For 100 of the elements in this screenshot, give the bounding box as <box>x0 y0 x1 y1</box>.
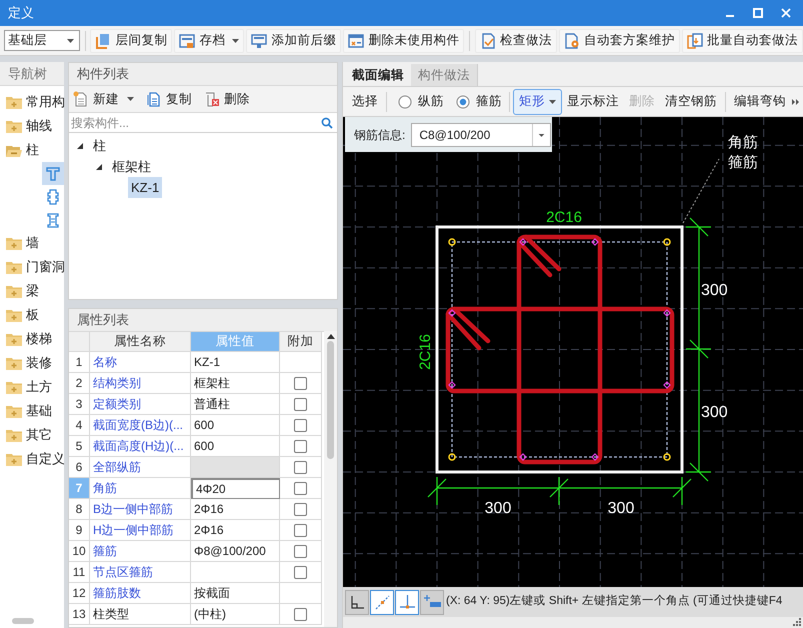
property-value[interactable]: 2Φ16 <box>191 520 280 541</box>
checkbox[interactable] <box>294 376 307 390</box>
row-number: 13 <box>69 604 90 625</box>
row-number: 6 <box>69 457 90 478</box>
nav-item[interactable]: 板 <box>0 303 64 327</box>
toolbar-button[interactable]: 添加前后缀 <box>246 28 342 52</box>
nav-item[interactable]: 装修 <box>0 351 64 375</box>
leader-line <box>682 158 720 224</box>
checkbox[interactable] <box>294 398 307 410</box>
side-rebar <box>448 309 456 317</box>
folder-icon <box>6 404 22 418</box>
nav-item[interactable]: 轴线 <box>0 114 64 138</box>
nav-item[interactable]: 门窗洞 <box>0 255 64 279</box>
row-number: 3 <box>69 394 90 415</box>
scrollbar[interactable] <box>324 331 337 627</box>
rebar-info-select[interactable]: C8@100/200 <box>411 122 552 146</box>
property-value[interactable]: 框架柱 <box>191 373 280 394</box>
checkbox[interactable] <box>294 566 307 578</box>
checkbox[interactable] <box>294 524 307 536</box>
property-value[interactable]: (中柱) <box>191 604 280 625</box>
column-header[interactable]: 属性名称 <box>90 332 191 352</box>
property-value[interactable]: 4Φ20 <box>191 478 280 499</box>
close-icon[interactable] <box>781 8 791 18</box>
property-value[interactable]: KZ-1 <box>191 352 280 373</box>
folder-icon <box>6 308 22 322</box>
cross-column-icon <box>45 188 61 204</box>
property-value[interactable]: 按截面 <box>191 583 280 604</box>
toolbar-button[interactable]: 编辑弯钩 <box>729 90 791 114</box>
toolbar-button[interactable]: 存档 <box>174 28 244 52</box>
checkbox[interactable] <box>294 608 307 620</box>
nav-subitem[interactable] <box>42 162 64 185</box>
caret-icon <box>127 97 134 101</box>
nav-item[interactable]: 其它 <box>0 423 64 447</box>
toolbar-button[interactable]: 复制 <box>146 88 192 110</box>
column-header[interactable]: 附加 <box>280 332 322 352</box>
property-value[interactable]: 600 <box>191 415 280 436</box>
snap-toggle[interactable] <box>420 590 444 614</box>
folder-icon <box>6 96 22 108</box>
row-number: 8 <box>69 499 90 520</box>
side-rebar <box>519 453 527 461</box>
tree-item[interactable]: 框架柱 <box>109 156 154 177</box>
toolbar-button[interactable]: 新建 <box>73 88 134 110</box>
maximize-icon[interactable] <box>753 8 763 18</box>
scrollbar-thumb[interactable] <box>327 341 334 459</box>
scrollbar-thumb[interactable] <box>12 618 34 624</box>
side-rebar <box>663 309 671 317</box>
property-value[interactable]: 600 <box>191 436 280 457</box>
caret-icon <box>232 38 240 42</box>
toolbar-button[interactable]: 层间复制 <box>90 28 172 52</box>
tree-item[interactable]: 柱 <box>90 135 109 156</box>
scroll-up-icon[interactable] <box>326 333 334 339</box>
property-value[interactable]: 2Φ16 <box>191 499 280 520</box>
tree-item[interactable]: KZ-1 <box>128 177 162 198</box>
search-icon[interactable] <box>321 116 333 128</box>
toolbar-button[interactable]: 删除 <box>204 88 250 110</box>
toolbar-button[interactable]: 删除未使用构件 <box>343 28 464 52</box>
dimension-label: 300 <box>608 500 634 517</box>
nav-item[interactable]: 土方 <box>0 375 64 399</box>
nav-item[interactable]: 基础 <box>0 399 64 423</box>
side-rebar <box>519 238 527 246</box>
toolbar-button[interactable]: 自动套方案维护 <box>559 28 680 52</box>
canvas[interactable]: 角筋 箍筋 2C16 2C16 300 300 300 300 钢筋信息: C8@100/200 <box>343 117 803 587</box>
perpendicular-snap-icon <box>398 593 416 611</box>
snap-toggle[interactable] <box>395 590 419 614</box>
dimension-label: 300 <box>701 404 728 421</box>
resize-grip-icon[interactable] <box>793 618 801 626</box>
row-number: 2 <box>69 373 90 394</box>
shape-dropdown[interactable]: 矩形 <box>513 88 562 114</box>
checkbox[interactable] <box>294 418 307 432</box>
checkbox[interactable] <box>294 440 307 452</box>
radio-button[interactable]: 箍筋 <box>452 90 506 114</box>
folder-icon <box>6 332 22 346</box>
row-number: 5 <box>69 436 90 457</box>
radio-button[interactable]: 纵筋 <box>394 90 448 114</box>
nav-item[interactable]: 柱 <box>0 138 64 162</box>
window-title: 定义 <box>8 4 34 22</box>
search-field[interactable]: 搜索构件... <box>69 113 321 132</box>
nav-item[interactable]: 墙 <box>0 231 64 255</box>
corner-rebar <box>663 453 671 461</box>
checkbox[interactable] <box>294 502 307 516</box>
diagonal-snap-icon <box>373 593 391 611</box>
nav-item[interactable]: 楼梯 <box>0 327 64 351</box>
toolbar-button[interactable]: 检查做法 <box>475 28 558 52</box>
nav-item[interactable]: 梁 <box>0 279 64 303</box>
nav-item[interactable]: 常用构 <box>0 90 64 114</box>
legend-label: 箍筋 <box>728 154 758 171</box>
snap-toggle[interactable] <box>370 590 394 614</box>
snap-toggle[interactable] <box>345 590 369 614</box>
toolbar-button[interactable]: 清空钢筋 <box>660 90 722 114</box>
property-value[interactable]: 普通柱 <box>191 394 280 415</box>
toolbar-button[interactable]: 批量自动套做法 <box>682 28 803 52</box>
rebar-label: 2C16 <box>546 209 582 226</box>
property-value[interactable]: Φ8@100/200 <box>191 541 280 562</box>
legend-label: 角筋 <box>728 134 758 151</box>
checkbox[interactable] <box>294 482 307 494</box>
corner-rebar <box>448 238 456 246</box>
checkbox[interactable] <box>294 544 307 558</box>
toolbar-button[interactable]: 显示标注 <box>562 90 624 114</box>
floor-select[interactable]: 基础层 <box>4 30 80 51</box>
toolbar-button[interactable]: 选择 <box>347 90 383 114</box>
